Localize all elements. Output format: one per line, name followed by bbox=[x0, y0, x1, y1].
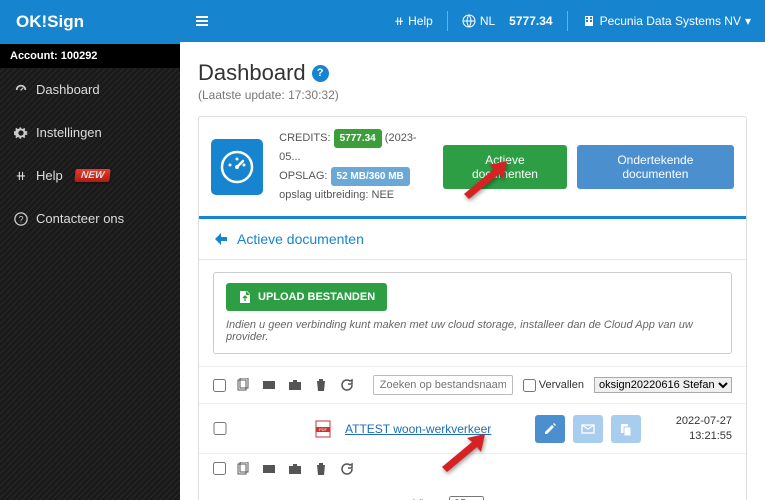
upload-box: UPLOAD BESTANDEN Indien u geen verbindin… bbox=[213, 272, 732, 354]
file-date: 2022-07-27 13:21:55 bbox=[676, 414, 732, 443]
copy-icon[interactable] bbox=[236, 462, 250, 476]
nav-label: Dashboard bbox=[36, 82, 100, 97]
refresh-icon[interactable] bbox=[340, 378, 354, 392]
gear-icon bbox=[14, 126, 28, 140]
svg-text:PDF: PDF bbox=[319, 427, 328, 432]
list-toolbar: Vervallen oksign20220616 Stefan bbox=[199, 366, 746, 403]
sidebar-nav: Dashboard Instellingen ⧺ Help NEW ? Cont… bbox=[0, 68, 180, 240]
topbar-credits[interactable]: 5777.34 bbox=[509, 14, 552, 28]
pdf-icon: PDF bbox=[315, 420, 331, 438]
sidebar-item-contact[interactable]: ? Contacteer ons bbox=[0, 197, 180, 240]
svg-text:?: ? bbox=[19, 214, 24, 224]
vervallen-checkbox-label[interactable]: Vervallen bbox=[523, 379, 584, 392]
credits-pill: 5777.34 bbox=[334, 129, 382, 148]
file-name-link[interactable]: ATTEST woon-werkverkeer bbox=[345, 422, 491, 436]
file-checkbox[interactable] bbox=[213, 422, 227, 435]
duplicate-icon[interactable] bbox=[262, 462, 276, 476]
refresh-icon[interactable] bbox=[340, 462, 354, 476]
help-icon: ⧺ bbox=[14, 169, 28, 183]
section-title-row: Actieve documenten bbox=[199, 219, 746, 260]
main-area: ⧺ Help NL 5777.34 Pecunia Data Systems N… bbox=[180, 0, 765, 500]
actieve-documenten-button[interactable]: Actieve documenten bbox=[443, 145, 567, 189]
new-badge: NEW bbox=[74, 169, 111, 182]
nav-label: Contacteer ons bbox=[36, 211, 124, 226]
select-all-checkbox[interactable] bbox=[213, 379, 226, 392]
sidebar-item-dashboard[interactable]: Dashboard bbox=[0, 68, 180, 111]
topbar-company[interactable]: Pecunia Data Systems NV ▾ bbox=[582, 14, 751, 28]
section-title-text: Actieve documenten bbox=[237, 231, 364, 247]
upload-icon bbox=[238, 290, 252, 304]
account-label: Account: 100292 bbox=[0, 44, 180, 68]
edit-action-button[interactable] bbox=[535, 415, 565, 443]
duplicate-icon[interactable] bbox=[262, 378, 276, 392]
page-title: Dashboard ? bbox=[198, 60, 747, 86]
opslag-pill: 52 MB/360 MB bbox=[331, 167, 410, 186]
brand-logo: OK!Sign bbox=[0, 0, 180, 44]
topbar-help[interactable]: ⧺ Help bbox=[394, 14, 433, 28]
topbar: ⧺ Help NL 5777.34 Pecunia Data Systems N… bbox=[180, 0, 765, 42]
file-row: PDF ATTEST woon-werkverkeer 2022-07-27 1… bbox=[199, 403, 746, 453]
mail-action-button[interactable] bbox=[573, 415, 603, 443]
copy-icon[interactable] bbox=[236, 378, 250, 392]
nav-label: Instellingen bbox=[36, 125, 102, 140]
topbar-lang[interactable]: NL bbox=[462, 14, 495, 28]
dashboard-panel: CREDITS: 5777.34 (2023-05... OPSLAG: 52 … bbox=[198, 116, 747, 500]
upload-button[interactable]: UPLOAD BESTANDEN bbox=[226, 283, 387, 311]
copy-action-button[interactable] bbox=[611, 415, 641, 443]
sidebar-item-help[interactable]: ⧺ Help NEW bbox=[0, 154, 180, 197]
panel-header: CREDITS: 5777.34 (2023-05... OPSLAG: 52 … bbox=[199, 117, 746, 219]
menu-toggle[interactable] bbox=[194, 13, 210, 29]
briefcase-icon[interactable] bbox=[288, 378, 302, 392]
title-help-icon[interactable]: ? bbox=[312, 65, 329, 82]
question-icon: ? bbox=[14, 212, 28, 226]
stats-block: CREDITS: 5777.34 (2023-05... OPSLAG: 52 … bbox=[279, 129, 427, 204]
content: Dashboard ? (Laatste update: 17:30:32) C… bbox=[180, 42, 765, 500]
user-select[interactable]: oksign20220616 Stefan bbox=[594, 377, 732, 393]
pager: View 25 << >> bbox=[199, 484, 746, 500]
sidebar: OK!Sign Account: 100292 Dashboard Instel… bbox=[0, 0, 180, 500]
gauge-icon bbox=[211, 139, 263, 195]
page-size-select[interactable]: 25 bbox=[449, 496, 484, 500]
ondertekende-documenten-button[interactable]: Ondertekende documenten bbox=[577, 145, 734, 189]
sidebar-item-instellingen[interactable]: Instellingen bbox=[0, 111, 180, 154]
search-input[interactable] bbox=[373, 375, 513, 395]
nav-label: Help bbox=[36, 168, 63, 183]
back-arrow-icon[interactable] bbox=[213, 231, 229, 247]
trash-icon[interactable] bbox=[314, 378, 328, 392]
briefcase-icon[interactable] bbox=[288, 462, 302, 476]
upload-note: Indien u geen verbinding kunt maken met … bbox=[226, 319, 719, 343]
select-all-checkbox-bottom[interactable] bbox=[213, 462, 226, 475]
vervallen-checkbox[interactable] bbox=[523, 379, 536, 392]
dashboard-icon bbox=[14, 83, 28, 97]
trash-icon[interactable] bbox=[314, 462, 328, 476]
list-toolbar-bottom bbox=[199, 453, 746, 484]
page-subtitle: (Laatste update: 17:30:32) bbox=[198, 88, 747, 102]
